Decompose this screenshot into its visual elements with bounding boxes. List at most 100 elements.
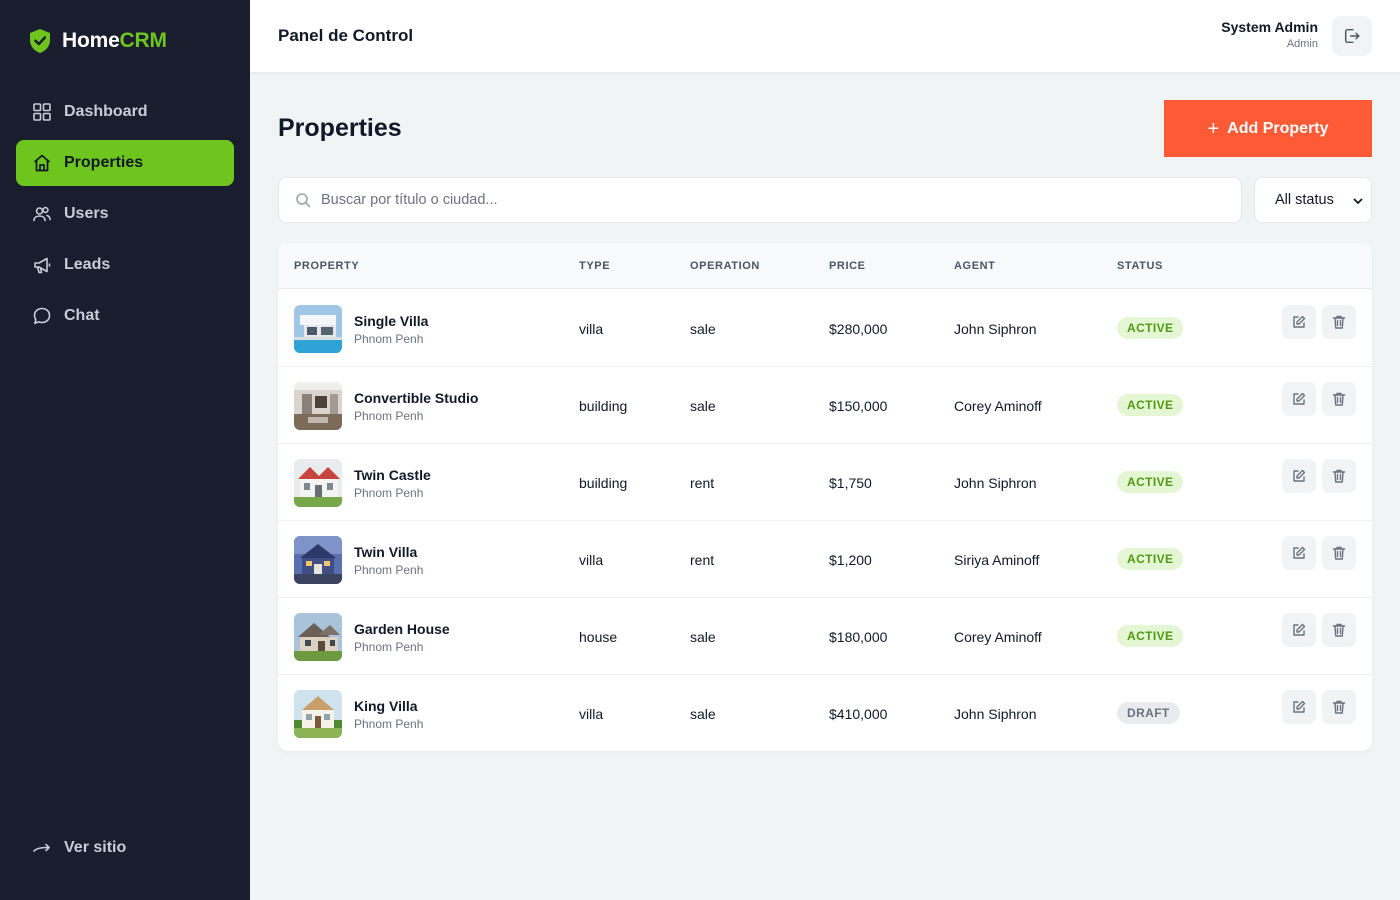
trash-icon: [1332, 546, 1346, 560]
column-header-operation[interactable]: OPERATION: [690, 260, 760, 272]
property-thumbnail: [294, 382, 342, 430]
delete-button[interactable]: [1322, 613, 1356, 647]
search-box: [278, 177, 1242, 223]
shield-check-icon: [30, 29, 50, 53]
property-agent: Corey Aminoff: [954, 629, 1042, 645]
property-thumbnail: [294, 459, 342, 507]
edit-button[interactable]: [1282, 305, 1316, 339]
table-row[interactable]: Twin Castle Phnom Penh building rent $1,…: [278, 444, 1372, 521]
property-city: Phnom Penh: [354, 409, 424, 423]
edit-icon: [1293, 700, 1306, 713]
sidebar-item-label: Users: [64, 205, 109, 222]
sidebar-item-dashboard[interactable]: Dashboard: [16, 89, 234, 135]
column-header-type[interactable]: TYPE: [579, 260, 610, 272]
status-badge: ACTIVE: [1117, 625, 1184, 647]
property-title[interactable]: Garden House: [354, 621, 450, 637]
table-row[interactable]: Convertible Studio Phnom Penh building s…: [278, 367, 1372, 444]
brand-logo[interactable]: HomeCRM: [28, 28, 167, 54]
sidebar: HomeCRM Dashboard Properties Users Leads…: [0, 0, 250, 900]
delete-button[interactable]: [1322, 690, 1356, 724]
trash-icon: [1332, 469, 1346, 483]
home-icon: [33, 154, 51, 172]
property-type: house: [579, 629, 618, 645]
add-property-label: Add Property: [1227, 119, 1329, 137]
property-thumbnail: [294, 690, 342, 738]
table-row[interactable]: King Villa Phnom Penh villa sale $410,00…: [278, 675, 1372, 751]
sidebar-item-leads[interactable]: Leads: [16, 242, 234, 288]
status-badge: DRAFT: [1117, 702, 1180, 724]
delete-button[interactable]: [1322, 536, 1356, 570]
add-property-button[interactable]: + Add Property: [1164, 100, 1372, 157]
trash-icon: [1332, 700, 1346, 714]
property-price: $1,200: [829, 552, 872, 568]
property-agent: Siriya Aminoff: [954, 552, 1040, 568]
property-city: Phnom Penh: [354, 486, 424, 500]
trash-icon: [1332, 392, 1346, 406]
sidebar-item-chat[interactable]: Chat: [16, 293, 234, 339]
sidebar-nav: Dashboard Properties Users Leads Chat: [16, 89, 234, 344]
edit-button[interactable]: [1282, 382, 1316, 416]
property-type: villa: [579, 552, 604, 568]
column-header-agent[interactable]: AGENT: [954, 260, 996, 272]
sidebar-item-users[interactable]: Users: [16, 191, 234, 237]
chevron-down-icon: [1353, 198, 1363, 204]
edit-icon: [1293, 623, 1306, 636]
sidebar-item-label: Dashboard: [64, 103, 148, 120]
status-badge: ACTIVE: [1117, 471, 1184, 493]
arrow-right-icon: [33, 843, 50, 852]
property-price: $280,000: [829, 321, 888, 337]
property-title[interactable]: Convertible Studio: [354, 390, 478, 406]
delete-button[interactable]: [1322, 382, 1356, 416]
property-type: building: [579, 475, 628, 491]
property-operation: sale: [690, 629, 716, 645]
column-header-price[interactable]: PRICE: [829, 260, 866, 272]
table-row[interactable]: Single Villa Phnom Penh villa sale $280,…: [278, 290, 1372, 367]
property-operation: sale: [690, 321, 716, 337]
edit-button[interactable]: [1282, 536, 1316, 570]
sidebar-item-properties[interactable]: Properties: [16, 140, 234, 186]
delete-button[interactable]: [1322, 305, 1356, 339]
sidebar-item-label: Properties: [64, 154, 144, 171]
visit-site-link[interactable]: Ver sitio: [32, 838, 126, 858]
edit-icon: [1293, 392, 1306, 405]
edit-button[interactable]: [1282, 459, 1316, 493]
column-header-property[interactable]: PROPERTY: [294, 260, 359, 272]
users-icon: [33, 206, 51, 222]
status-badge: ACTIVE: [1117, 548, 1184, 570]
edit-icon: [1293, 546, 1306, 559]
logout-button[interactable]: [1332, 16, 1372, 56]
status-badge: ACTIVE: [1117, 317, 1184, 339]
column-header-status[interactable]: STATUS: [1117, 260, 1163, 272]
status-filter-select[interactable]: All status: [1254, 177, 1372, 223]
search-input[interactable]: [321, 192, 1201, 208]
property-price: $1,750: [829, 475, 872, 491]
property-type: villa: [579, 321, 604, 337]
property-operation: rent: [690, 475, 715, 491]
delete-button[interactable]: [1322, 459, 1356, 493]
property-operation: sale: [690, 398, 716, 414]
edit-button[interactable]: [1282, 613, 1316, 647]
chat-icon: [33, 307, 51, 325]
table-row[interactable]: Twin Villa Phnom Penh villa rent $1,200 …: [278, 521, 1372, 598]
property-title[interactable]: Twin Villa: [354, 544, 417, 560]
property-title[interactable]: Single Villa: [354, 313, 428, 329]
status-filter-value: All status: [1275, 192, 1334, 208]
grid-icon: [33, 103, 51, 121]
user-info: System Admin Admin: [1221, 19, 1318, 50]
property-agent: John Siphron: [954, 321, 1037, 337]
plus-icon: +: [1207, 117, 1220, 140]
brand-name: HomeCRM: [62, 29, 167, 52]
property-price: $180,000: [829, 629, 888, 645]
property-title[interactable]: Twin Castle: [354, 467, 431, 483]
property-thumbnail: [294, 536, 342, 584]
property-city: Phnom Penh: [354, 332, 424, 346]
edit-button[interactable]: [1282, 690, 1316, 724]
search-icon: [296, 193, 311, 208]
topbar: Panel de Control System Admin Admin: [250, 0, 1400, 72]
property-price: $410,000: [829, 706, 888, 722]
user-name: System Admin: [1221, 19, 1318, 35]
property-city: Phnom Penh: [354, 640, 424, 654]
property-operation: rent: [690, 552, 715, 568]
property-title[interactable]: King Villa: [354, 698, 418, 714]
table-row[interactable]: Garden House Phnom Penh house sale $180,…: [278, 598, 1372, 675]
